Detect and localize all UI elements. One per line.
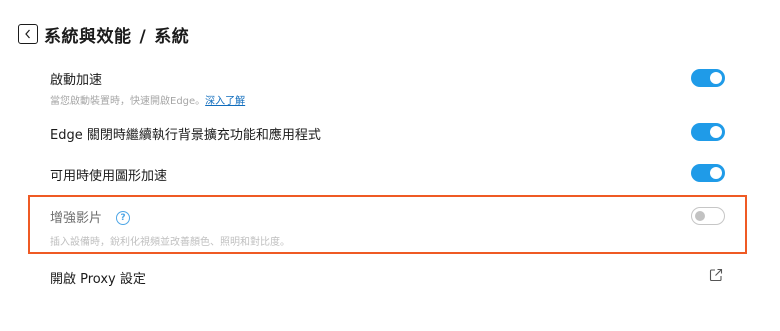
setting-proxy[interactable]: 開啟 Proxy 設定 bbox=[50, 268, 725, 287]
external-link-icon[interactable] bbox=[709, 268, 723, 282]
setting-background-extensions: Edge 關閉時繼續執行背景擴充功能和應用程式 bbox=[50, 123, 725, 143]
header: 系統與效能 / 系統 bbox=[18, 22, 189, 47]
hardware-acceleration-toggle[interactable] bbox=[691, 164, 725, 182]
setting-hardware-acceleration: 可用時使用圖形加速 bbox=[50, 164, 725, 184]
breadcrumb-separator: / bbox=[139, 26, 147, 47]
breadcrumb-current: 系統 bbox=[154, 26, 190, 47]
setting-label: Edge 關閉時繼續執行背景擴充功能和應用程式 bbox=[50, 128, 321, 143]
description-text: 當您啟動裝置時，快速開啟Edge。 bbox=[50, 96, 206, 107]
setting-label: 開啟 Proxy 設定 bbox=[50, 272, 146, 287]
setting-label: 可用時使用圖形加速 bbox=[50, 169, 168, 184]
setting-label: 啟動加速 bbox=[50, 73, 103, 88]
setting-description: 當您啟動裝置時，快速開啟Edge。深入了解 bbox=[50, 92, 725, 107]
background-extensions-toggle[interactable] bbox=[691, 123, 725, 141]
setting-label: 增強影片? bbox=[50, 207, 725, 226]
question-icon[interactable]: ? bbox=[116, 210, 131, 225]
back-button[interactable] bbox=[18, 24, 38, 44]
chevron-left-icon bbox=[25, 29, 30, 39]
enhance-video-label: 增強影片 bbox=[50, 211, 103, 226]
toggle-knob bbox=[710, 72, 722, 84]
setting-startup-boost: 啟動加速 當您啟動裝置時，快速開啟Edge。深入了解 bbox=[50, 69, 725, 107]
toggle-knob bbox=[710, 126, 722, 138]
enhance-video-toggle[interactable] bbox=[691, 207, 725, 225]
startup-boost-toggle[interactable] bbox=[691, 69, 725, 87]
page-title: 系統與效能 / 系統 bbox=[44, 22, 189, 47]
learn-more-link[interactable]: 深入了解 bbox=[205, 96, 245, 107]
toggle-knob bbox=[695, 211, 705, 221]
breadcrumb-section: 系統與效能 bbox=[44, 26, 132, 47]
setting-enhance-video: 增強影片? 插入設備時，銳利化視頻並改善顏色、照明和對比度。 bbox=[50, 207, 725, 248]
toggle-knob bbox=[710, 167, 722, 179]
setting-description: 插入設備時，銳利化視頻並改善顏色、照明和對比度。 bbox=[50, 237, 290, 248]
